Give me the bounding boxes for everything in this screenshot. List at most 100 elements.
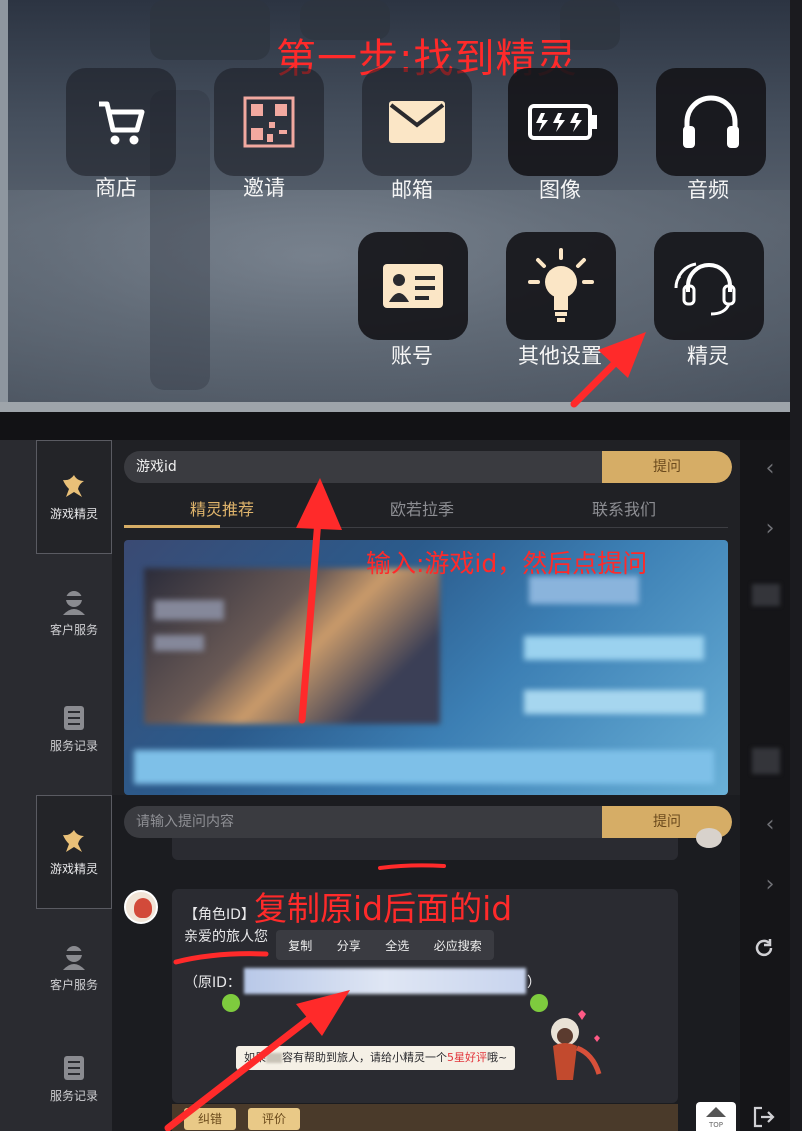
original-id-prefix: （原ID：	[184, 975, 241, 991]
feedback-suffix: 哦~	[487, 1051, 508, 1064]
previous-message-card	[172, 838, 678, 860]
blurred-text	[134, 750, 714, 784]
blurred-text	[524, 690, 704, 714]
blurred-control	[752, 584, 780, 606]
sidebar-item-customer-service[interactable]: 客户服务	[36, 911, 112, 1025]
screenshot-collage: 第一步:找到精灵 商店 邀请 邮箱 图像 音频 账号 其他设置 精灵 游戏精灵 …	[0, 0, 802, 1131]
support-agent-icon	[63, 945, 85, 970]
feedback-middle: 容有帮助到旅人，请给小精灵一个	[282, 1051, 447, 1064]
sidebar-item-game-sprite[interactable]: 游戏精灵	[36, 440, 112, 554]
active-tab-indicator	[124, 525, 220, 528]
ask-button[interactable]: 提问	[602, 451, 732, 483]
sidebar-item-customer-service[interactable]: 客户服务	[36, 556, 112, 670]
support-agent-icon	[63, 590, 85, 615]
panel-border	[0, 402, 790, 412]
qr-code-icon	[243, 96, 295, 148]
back-icon[interactable]: ‹	[758, 812, 782, 837]
report-error-button[interactable]: 纠错	[184, 1108, 237, 1130]
blurred-text	[154, 635, 204, 651]
audio-button[interactable]	[656, 68, 766, 176]
sprite-button[interactable]	[654, 232, 764, 340]
feedback-banner: 如果 容有帮助到旅人，请给小精灵一个5星好评哦~	[236, 1046, 516, 1070]
question-input[interactable]: 游戏id 提问	[124, 451, 732, 483]
background-shape	[150, 0, 270, 60]
id-card-icon	[383, 264, 443, 308]
right-nav	[740, 440, 790, 795]
audio-label: 音频	[687, 178, 729, 202]
sidebar-item-label: 服务记录	[49, 1088, 98, 1103]
bing-search-menu-item[interactable]: 必应搜索	[434, 937, 482, 954]
forward-icon[interactable]: ›	[758, 516, 782, 541]
blurred-text	[524, 636, 704, 660]
refresh-icon[interactable]	[752, 936, 776, 960]
records-icon	[64, 1055, 84, 1080]
scroll-top-button[interactable]: TOP	[696, 1102, 736, 1131]
settings-menu-panel: 第一步:找到精灵 商店 邀请 邮箱 图像 音频 账号 其他设置 精灵	[0, 0, 790, 412]
sidebar-item-label: 游戏精灵	[49, 861, 98, 876]
sidebar-item-label: 客户服务	[49, 622, 98, 637]
sidebar-item-label: 客户服务	[49, 977, 98, 992]
shop-button[interactable]	[66, 68, 176, 176]
avatar	[696, 828, 722, 848]
feedback-prefix: 如果	[244, 1051, 266, 1064]
select-all-menu-item[interactable]: 全选	[385, 937, 409, 954]
lightbulb-icon	[528, 248, 594, 322]
back-icon[interactable]: ‹	[758, 456, 782, 481]
panel-separator	[0, 412, 790, 440]
rate-button[interactable]: 评价	[248, 1108, 301, 1130]
other-settings-label: 其他设置	[518, 344, 602, 368]
exit-icon[interactable]	[752, 1106, 776, 1128]
redacted-text	[266, 1053, 282, 1063]
selection-handle-right[interactable]	[530, 994, 548, 1012]
sidebar-item-service-records[interactable]: 服务记录	[36, 1027, 112, 1131]
sprite-label: 精灵	[687, 344, 729, 368]
question-input[interactable]: 请输入提问内容 提问	[124, 806, 732, 838]
right-nav	[740, 795, 790, 1131]
account-button[interactable]	[358, 232, 468, 340]
headset-icon	[674, 262, 736, 316]
blurred-text	[529, 576, 639, 604]
selected-id-text[interactable]	[244, 968, 526, 994]
tab-aurora-season[interactable]: 欧若拉季	[390, 496, 454, 520]
top-label: TOP	[708, 1121, 723, 1129]
graphics-label: 图像	[539, 178, 581, 202]
battery-icon	[528, 104, 597, 140]
sidebar-item-game-sprite[interactable]: 游戏精灵	[36, 795, 112, 909]
mail-label: 邮箱	[391, 178, 433, 202]
sprite-icon	[63, 474, 84, 497]
headphones-icon	[683, 95, 739, 148]
forward-icon[interactable]: ›	[758, 872, 782, 897]
account-label: 账号	[391, 344, 433, 368]
invite-label: 邀请	[243, 176, 285, 200]
graphics-button[interactable]	[508, 68, 618, 176]
mail-icon	[389, 101, 445, 143]
sprite-avatar	[124, 890, 158, 924]
mail-button[interactable]	[362, 68, 472, 176]
blurred-text	[154, 600, 224, 620]
question-input-placeholder: 请输入提问内容	[136, 814, 234, 830]
sidebar-item-label: 服务记录	[49, 738, 98, 753]
cart-icon	[99, 101, 145, 145]
shop-label: 商店	[95, 176, 137, 200]
step-three-annotation: 复制原id后面的id	[254, 889, 513, 928]
text-context-menu: 复制 分享 全选 必应搜索	[276, 930, 494, 960]
step-two-annotation: 输入:游戏id，然后点提问	[366, 549, 648, 578]
tab-contact-us[interactable]: 联系我们	[592, 496, 656, 520]
message-tag: 【角色ID】	[184, 907, 255, 923]
feedback-rating: 5星好评	[447, 1051, 487, 1064]
panel-border	[0, 0, 8, 412]
records-icon	[64, 705, 84, 730]
arrow-up-icon	[706, 1107, 726, 1117]
sidebar-item-service-records[interactable]: 服务记录	[36, 672, 112, 786]
original-id-suffix: ）	[527, 975, 541, 991]
sidebar-item-label: 游戏精灵	[49, 506, 98, 521]
share-menu-item[interactable]: 分享	[337, 937, 361, 954]
other-settings-button[interactable]	[506, 232, 616, 340]
question-input-value: 游戏id	[136, 459, 177, 475]
invite-button[interactable]	[214, 68, 324, 176]
blurred-control	[752, 748, 780, 774]
sprite-icon	[63, 829, 84, 852]
tab-sprite-recommend[interactable]: 精灵推荐	[190, 496, 254, 520]
copy-menu-item[interactable]: 复制	[288, 937, 312, 954]
selection-handle-left[interactable]	[222, 994, 240, 1012]
